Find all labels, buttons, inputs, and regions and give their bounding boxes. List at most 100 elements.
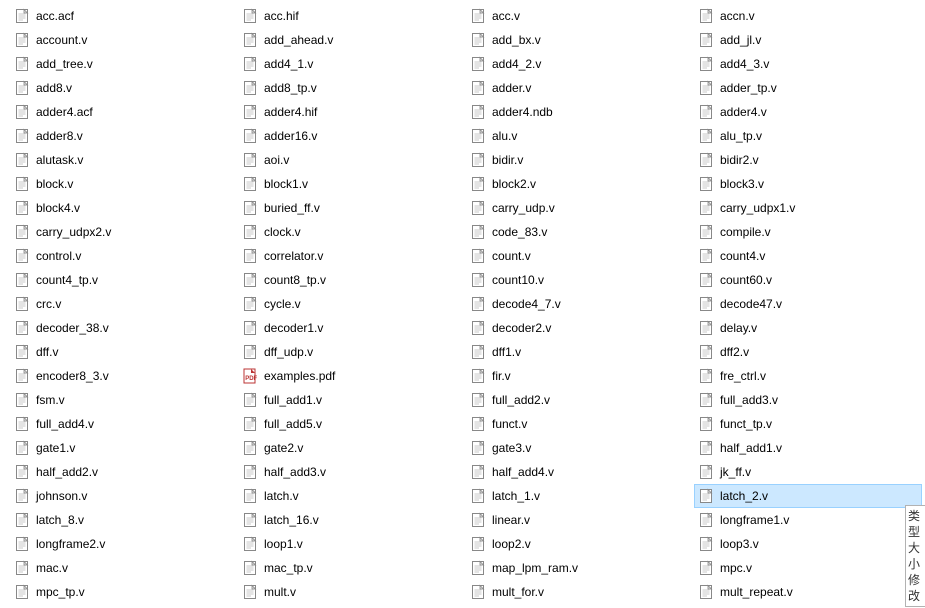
file-item[interactable]: decoder_38.v [10,316,238,340]
file-item[interactable]: add8.v [10,76,238,100]
file-item[interactable]: adder4.ndb [466,100,694,124]
file-item[interactable]: adder4.v [694,100,922,124]
file-item[interactable]: adder4.hif [238,100,466,124]
file-item[interactable]: gate3.v [466,436,694,460]
file-item[interactable]: fsm.v [10,388,238,412]
file-item[interactable]: half_add1.v [694,436,922,460]
file-item[interactable]: clock.v [238,220,466,244]
file-item[interactable]: bidir2.v [694,148,922,172]
file-item[interactable]: latch_2.v [694,484,922,508]
file-item[interactable]: carry_udp.v [466,196,694,220]
file-item[interactable]: mult.v [238,580,466,604]
file-item[interactable]: bidir.v [466,148,694,172]
file-item[interactable]: aoi.v [238,148,466,172]
file-item[interactable]: latch.v [238,484,466,508]
file-item[interactable]: adder.v [466,76,694,100]
file-item[interactable]: add4_1.v [238,52,466,76]
file-item[interactable]: mac.v [10,556,238,580]
file-item[interactable]: adder4.acf [10,100,238,124]
file-item[interactable]: full_add2.v [466,388,694,412]
file-item[interactable]: dff.v [10,340,238,364]
file-item[interactable]: control.v [10,244,238,268]
file-item[interactable]: acc.hif [238,4,466,28]
file-item[interactable]: encoder8_3.v [10,364,238,388]
file-item[interactable]: count4.v [694,244,922,268]
file-item[interactable]: count.v [466,244,694,268]
file-item[interactable]: half_add4.v [466,460,694,484]
file-item[interactable]: mpc_tp.v [10,580,238,604]
file-item[interactable]: block.v [10,172,238,196]
file-item[interactable]: add4_3.v [694,52,922,76]
file-item[interactable]: add_bx.v [466,28,694,52]
file-item[interactable]: johnson.v [10,484,238,508]
file-item[interactable]: add_tree.v [10,52,238,76]
file-item[interactable]: block4.v [10,196,238,220]
file-item[interactable]: half_add3.v [238,460,466,484]
file-item[interactable]: count10.v [466,268,694,292]
file-item[interactable]: adder_tp.v [694,76,922,100]
file-item[interactable]: linear.v [466,508,694,532]
file-item[interactable]: full_add4.v [10,412,238,436]
file-item[interactable]: block2.v [466,172,694,196]
file-item[interactable]: half_add2.v [10,460,238,484]
file-item[interactable]: mac_tp.v [238,556,466,580]
file-item[interactable]: decoder1.v [238,316,466,340]
file-item[interactable]: delay.v [694,316,922,340]
file-item[interactable]: decoder2.v [466,316,694,340]
file-item[interactable]: full_add5.v [238,412,466,436]
file-item[interactable]: funct_tp.v [694,412,922,436]
file-item[interactable]: full_add1.v [238,388,466,412]
file-item[interactable]: mult_repeat.v [694,580,922,604]
file-item[interactable]: map_lpm_ram.v [466,556,694,580]
file-item[interactable]: block3.v [694,172,922,196]
file-item[interactable]: gate1.v [10,436,238,460]
file-item[interactable]: gate2.v [238,436,466,460]
file-item[interactable]: fre_ctrl.v [694,364,922,388]
file-item[interactable]: carry_udpx1.v [694,196,922,220]
file-item[interactable]: cycle.v [238,292,466,316]
file-item[interactable]: latch_8.v [10,508,238,532]
file-item[interactable]: count4_tp.v [10,268,238,292]
file-item[interactable]: loop3.v [694,532,922,556]
file-item[interactable]: latch_16.v [238,508,466,532]
file-item[interactable]: acc.v [466,4,694,28]
file-item[interactable]: loop2.v [466,532,694,556]
file-item[interactable]: adder16.v [238,124,466,148]
file-item[interactable]: alu_tp.v [694,124,922,148]
file-item[interactable]: decode4_7.v [466,292,694,316]
file-item[interactable]: alutask.v [10,148,238,172]
file-item[interactable]: full_add3.v [694,388,922,412]
file-item[interactable]: buried_ff.v [238,196,466,220]
file-item[interactable]: carry_udpx2.v [10,220,238,244]
file-item[interactable]: mult_for.v [466,580,694,604]
file-item[interactable]: count8_tp.v [238,268,466,292]
file-item[interactable]: block1.v [238,172,466,196]
file-item[interactable]: code_83.v [466,220,694,244]
file-item[interactable]: dff1.v [466,340,694,364]
file-item[interactable]: dff2.v [694,340,922,364]
file-item[interactable]: add8_tp.v [238,76,466,100]
file-item[interactable]: accn.v [694,4,922,28]
file-item[interactable]: latch_1.v [466,484,694,508]
file-item[interactable]: crc.v [10,292,238,316]
file-item[interactable]: acc.acf [10,4,238,28]
file-item[interactable]: longframe1.v [694,508,922,532]
file-item[interactable]: PDFexamples.pdf [238,364,466,388]
file-item[interactable]: dff_udp.v [238,340,466,364]
file-item[interactable]: count60.v [694,268,922,292]
file-item[interactable]: longframe2.v [10,532,238,556]
file-item[interactable]: account.v [10,28,238,52]
file-item[interactable]: jk_ff.v [694,460,922,484]
file-item[interactable]: compile.v [694,220,922,244]
file-item[interactable]: funct.v [466,412,694,436]
file-item[interactable]: fir.v [466,364,694,388]
file-item[interactable]: mpc.v [694,556,922,580]
file-item[interactable]: loop1.v [238,532,466,556]
file-item[interactable]: add_jl.v [694,28,922,52]
file-item[interactable]: decode47.v [694,292,922,316]
file-item[interactable]: adder8.v [10,124,238,148]
file-item[interactable]: alu.v [466,124,694,148]
file-item[interactable]: add4_2.v [466,52,694,76]
file-item[interactable]: add_ahead.v [238,28,466,52]
file-item[interactable]: correlator.v [238,244,466,268]
